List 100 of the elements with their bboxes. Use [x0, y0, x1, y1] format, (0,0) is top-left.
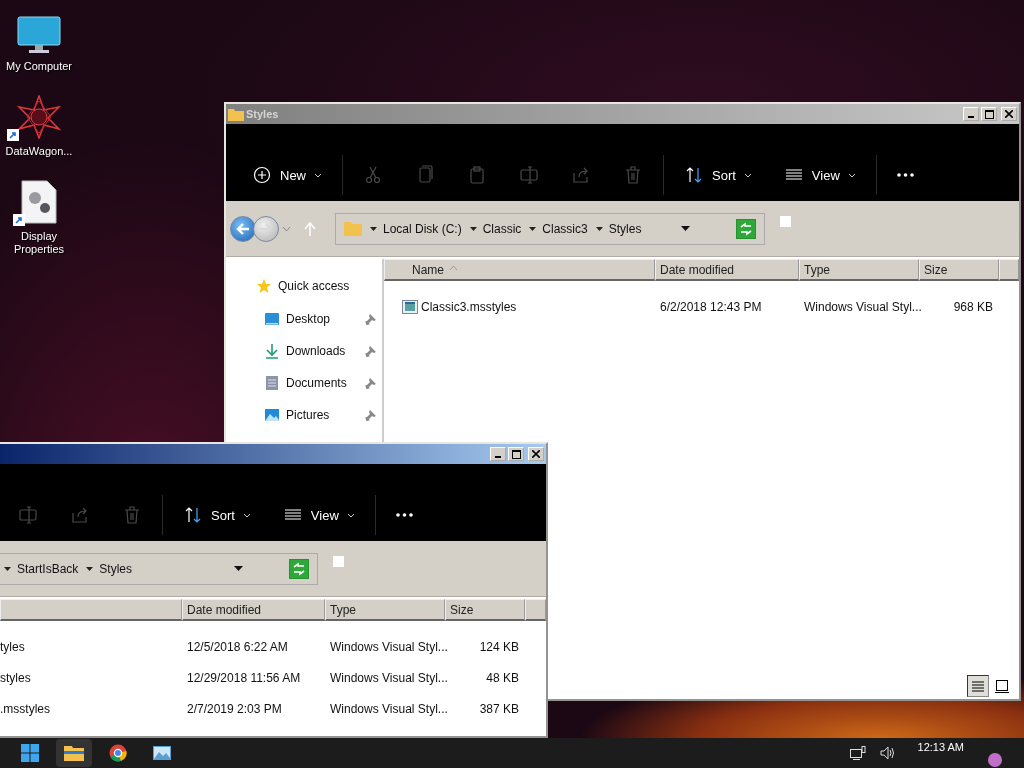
close-button[interactable]: [528, 447, 544, 461]
chevron-icon: [346, 512, 355, 518]
forward-button[interactable]: [253, 215, 279, 242]
date-cell: 6/2/2018 12:43 PM: [660, 299, 762, 314]
caret-icon[interactable]: [370, 226, 377, 231]
notification-icon[interactable]: [988, 753, 1002, 767]
column-header: [525, 599, 546, 621]
pictures-icon: [264, 407, 280, 423]
star-logo-icon[interactable]: [15, 95, 63, 139]
clock[interactable]: 12:13 AM: [917, 741, 964, 753]
size-cell: 48 KB: [486, 670, 519, 685]
pin-icon[interactable]: [365, 409, 376, 421]
address-bar[interactable]: Local Disk (C:) Classic Classic3 Styles: [335, 212, 765, 245]
network-icon[interactable]: [849, 746, 866, 760]
refresh-icon[interactable]: [289, 558, 309, 579]
caret-icon[interactable]: [595, 226, 603, 231]
type-cell: Windows Visual Styl...: [330, 639, 448, 654]
date-cell: 12/29/2018 11:56 AM: [187, 670, 301, 685]
breadcrumb-item[interactable]: Classic: [482, 221, 522, 236]
image-icon: [153, 746, 171, 760]
pin-icon[interactable]: [365, 345, 376, 357]
star-icon: [256, 278, 272, 294]
size-cell: 124 KB: [479, 639, 519, 654]
caret-icon[interactable]: [86, 566, 94, 571]
chevron-icon: [314, 172, 322, 178]
maximize-button[interactable]: [508, 447, 524, 461]
desktop-icon: [264, 311, 280, 327]
column-header[interactable]: Type: [325, 599, 445, 621]
back-button[interactable]: [230, 215, 256, 242]
minimize-button[interactable]: [963, 107, 979, 121]
column-header[interactable]: Size: [919, 259, 999, 281]
date-cell: 2/7/2019 2:03 PM: [187, 701, 282, 716]
file-name[interactable]: .msstyles: [0, 701, 50, 716]
close-icon: [1005, 110, 1013, 118]
windows-logo-icon: [21, 744, 39, 762]
chevron-icon: [743, 172, 752, 178]
minimize-button[interactable]: [490, 447, 506, 461]
desktop-icon-label[interactable]: My Computer: [2, 60, 76, 73]
back-arrow-icon: [236, 222, 250, 235]
lines-icon: [971, 680, 985, 692]
nav-item[interactable]: Pictures: [226, 399, 382, 431]
column-header: [999, 259, 1019, 281]
close-button[interactable]: [1001, 107, 1017, 121]
window-title: Styles: [246, 108, 279, 120]
column-header[interactable]: Type: [799, 259, 919, 281]
size-cell: 387 KB: [479, 701, 519, 716]
download-icon: [264, 343, 280, 359]
volume-icon[interactable]: [879, 746, 896, 760]
type-cell: Windows Visual Styl...: [804, 299, 922, 314]
maximize-icon: [511, 449, 521, 459]
column-header[interactable]: Name: [384, 259, 655, 281]
details-view-button[interactable]: [967, 675, 989, 697]
nav-item[interactable]: Documents: [226, 367, 382, 399]
breadcrumb-item[interactable]: StartIsBack: [17, 561, 79, 576]
close-icon: [532, 450, 540, 458]
new-button[interactable]: New: [238, 157, 336, 193]
folder-icon: [64, 745, 84, 761]
view-button[interactable]: View: [268, 497, 369, 533]
column-header[interactable]: Date modified: [182, 599, 325, 621]
documents-icon: [264, 375, 280, 391]
square-icon: [333, 556, 344, 567]
type-cell: Windows Visual Styl...: [330, 670, 448, 685]
caret-icon[interactable]: [4, 566, 11, 571]
monitor-icon[interactable]: [17, 16, 61, 54]
pin-icon[interactable]: [365, 377, 376, 389]
nav-item[interactable]: Quick access: [226, 275, 382, 297]
column-header[interactable]: Date modified: [655, 259, 799, 281]
sort-button[interactable]: Sort: [670, 157, 766, 193]
chevron-icon: [242, 512, 251, 518]
size-cell: 968 KB: [953, 299, 993, 314]
view-button[interactable]: View: [769, 157, 870, 193]
column-header[interactable]: [0, 599, 182, 621]
maximize-icon: [984, 109, 994, 119]
caret-icon[interactable]: [469, 226, 477, 231]
breadcrumb-item[interactable]: Styles: [608, 221, 642, 236]
maximize-button[interactable]: [981, 107, 997, 121]
desktop-icon-label[interactable]: DataWagon...: [2, 145, 76, 158]
square-icon: [995, 679, 1009, 693]
address-bar[interactable]: StartIsBack Styles: [0, 552, 318, 585]
column-header[interactable]: Size: [445, 599, 525, 621]
breadcrumb-item[interactable]: Classic3: [542, 221, 588, 236]
breadcrumb-item[interactable]: Styles: [99, 561, 133, 576]
pin-icon[interactable]: [365, 313, 376, 325]
desktop-icon-label[interactable]: Display Properties: [2, 230, 76, 256]
square-icon: [780, 216, 791, 227]
dropdown-arrow-icon[interactable]: [234, 566, 243, 571]
refresh-icon[interactable]: [736, 218, 756, 239]
file-name[interactable]: tyles: [0, 639, 25, 654]
file-name[interactable]: styles: [0, 670, 31, 685]
dropdown-arrow-icon[interactable]: [681, 226, 690, 231]
nav-item[interactable]: Desktop: [226, 303, 382, 335]
sort-button[interactable]: Sort: [169, 497, 265, 533]
breadcrumb-item[interactable]: Local Disk (C:): [383, 221, 462, 236]
nav-item[interactable]: Downloads: [226, 335, 382, 367]
chevron-icon: [847, 172, 856, 178]
caret-icon[interactable]: [529, 226, 537, 231]
file-name[interactable]: Classic3.msstyles: [421, 299, 517, 314]
explorer-taskbar-button[interactable]: [56, 739, 92, 767]
folder-icon: [228, 107, 244, 121]
browser-icon: [109, 744, 127, 762]
